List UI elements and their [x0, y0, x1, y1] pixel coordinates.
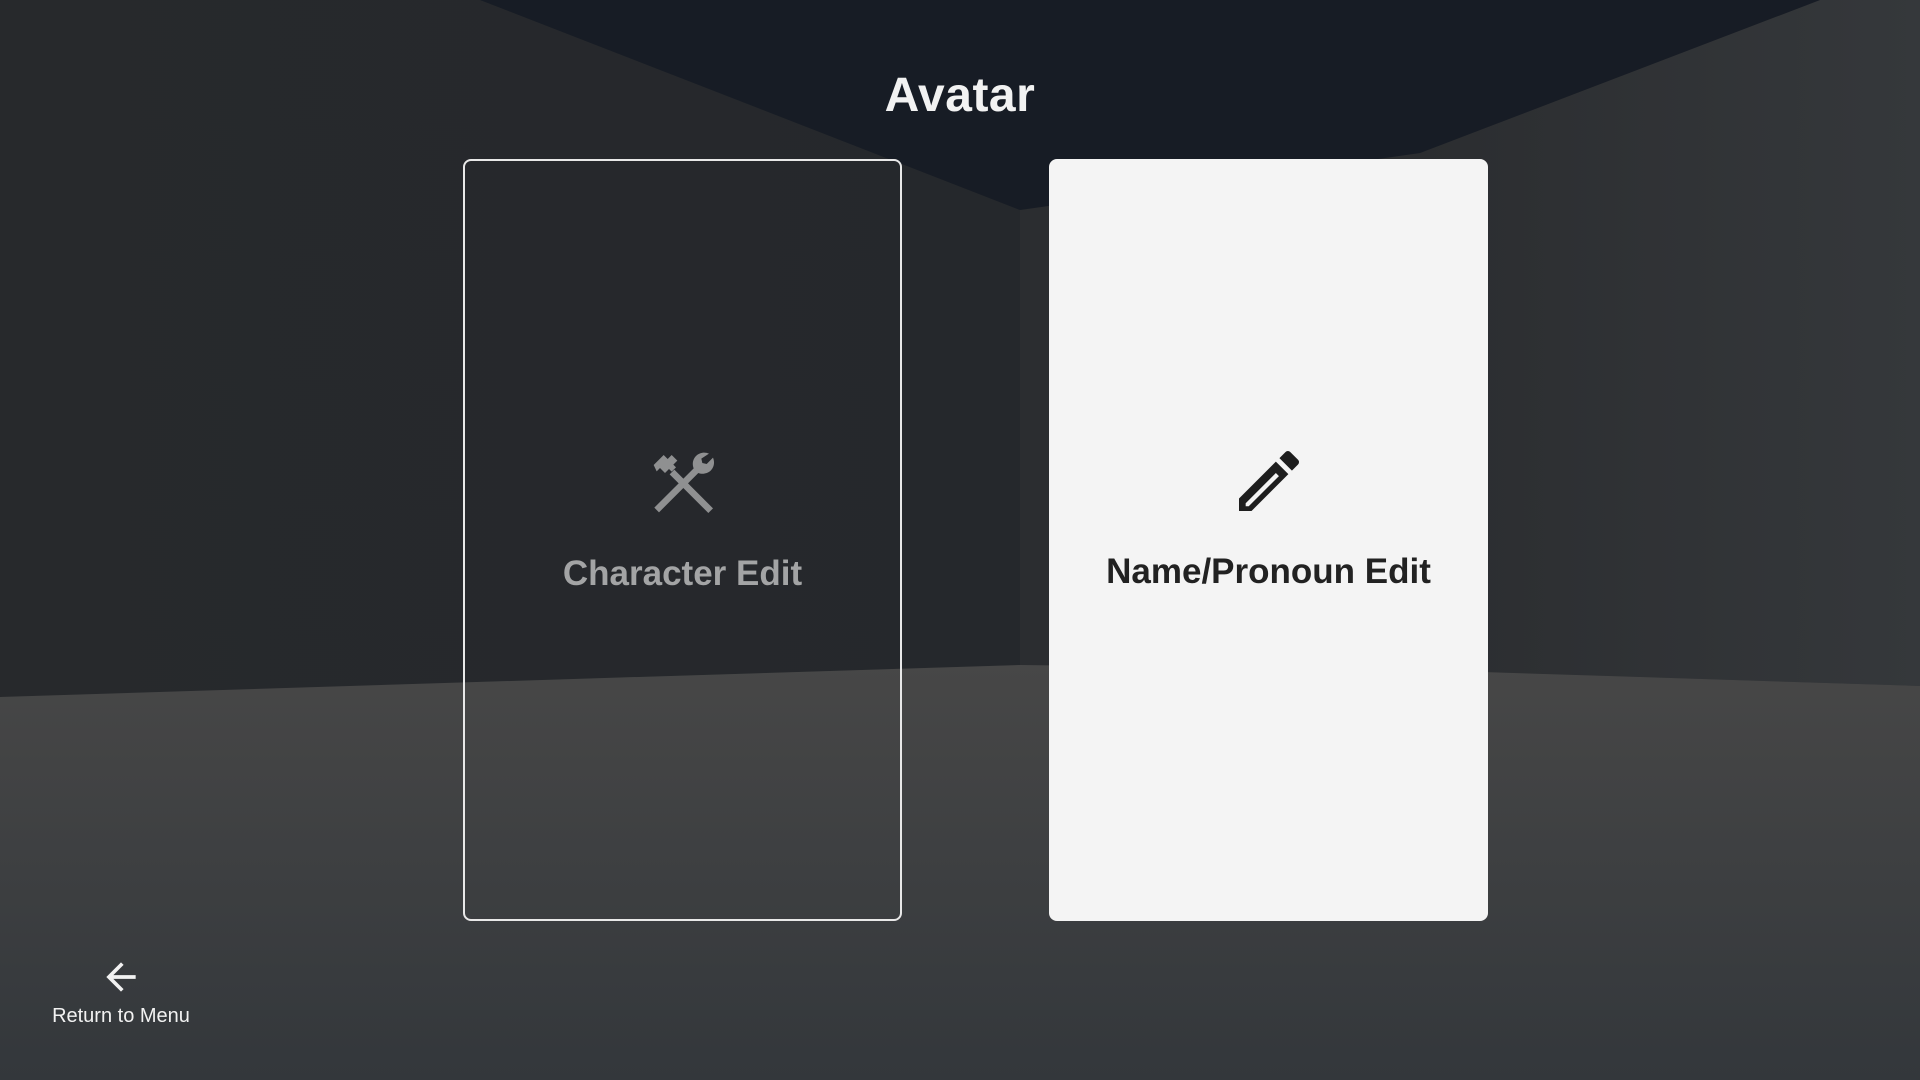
avatar-screen: Avatar Character Edit Name/Pronoun Edit …: [0, 0, 1920, 1080]
name-pronoun-edit-card[interactable]: Name/Pronoun Edit: [1049, 159, 1488, 921]
character-edit-label: Character Edit: [562, 554, 803, 593]
page-title: Avatar: [884, 69, 1036, 122]
return-to-menu-label: Return to Menu: [52, 1005, 190, 1027]
name-pronoun-edit-label: Name/Pronoun Edit: [1106, 552, 1431, 591]
pencil-icon: [1238, 450, 1299, 511]
return-to-menu-button[interactable]: Return to Menu: [44, 955, 198, 1037]
background-scene: [0, 0, 1920, 1080]
tools-icon: [653, 452, 714, 513]
arrow-left-icon: [106, 962, 136, 992]
character-edit-card[interactable]: Character Edit: [463, 159, 902, 921]
